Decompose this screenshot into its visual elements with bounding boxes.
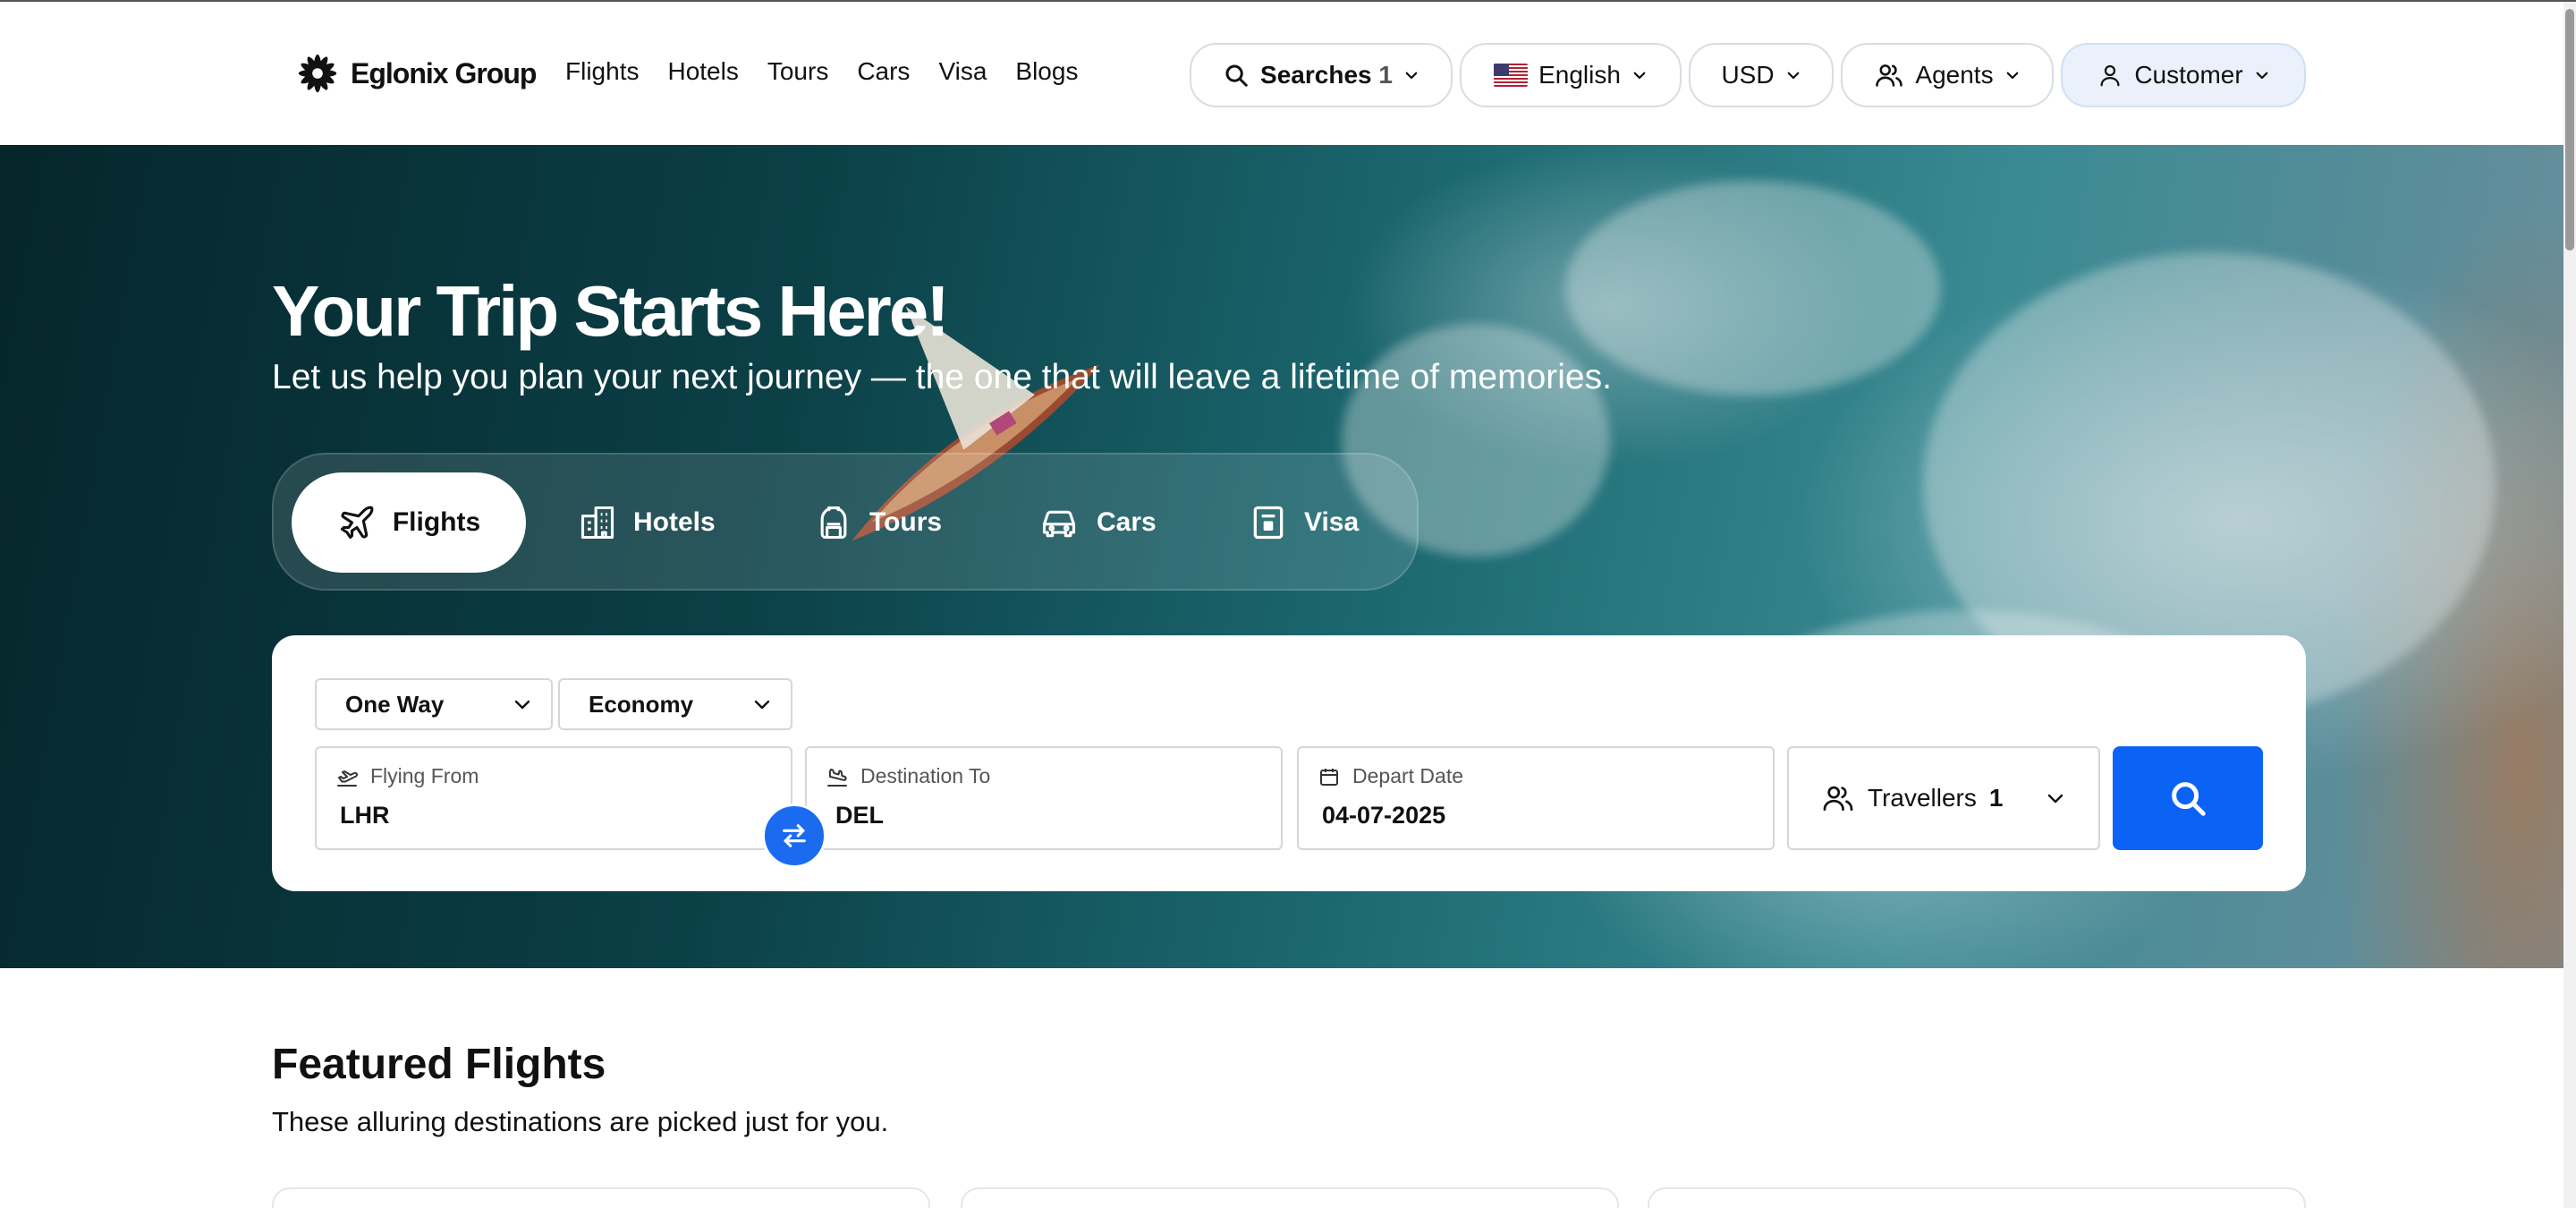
swap-airports-button[interactable] [762,804,826,868]
site-header: Eglonix Group Flights Hotels Tours Cars … [0,2,2576,145]
car-icon [1042,510,1076,538]
featured-subtitle: These alluring destinations are picked j… [272,1106,889,1137]
backpack-icon [820,506,847,540]
depart-date-label-row: Depart Date [1318,764,1463,788]
agents-dropdown[interactable]: Agents [1841,43,2054,107]
cabin-class-value: Economy [589,690,694,718]
chevron-down-icon [754,700,770,710]
tab-label: Hotels [633,507,716,537]
trip-type-value: One Way [345,690,445,718]
users-icon [1823,786,1853,812]
tab-tours[interactable]: Tours [814,472,942,573]
nav-flights[interactable]: Flights [565,57,639,86]
currency-label: USD [1721,61,1775,89]
flying-from-label-row: Flying From [336,764,479,788]
page-scrollbar[interactable] [2563,2,2576,1208]
featured-flight-card[interactable] [1648,1187,2306,1208]
tab-label: Flights [392,507,481,537]
depart-date-label: Depart Date [1352,764,1464,787]
tab-label: Cars [1097,507,1157,537]
flight-search-form: One Way Economy Flying From LHR Destinat… [272,635,2306,891]
nav-blogs[interactable]: Blogs [1015,57,1078,86]
plane-icon [340,506,374,540]
building-icon [580,506,614,540]
travellers-count: 1 [1988,784,2004,812]
featured-flight-card[interactable] [272,1187,930,1208]
nav-cars[interactable]: Cars [857,57,910,86]
nav-hotels[interactable]: Hotels [667,57,738,86]
destination-label-row: Destination To [826,764,990,788]
tab-hotels[interactable]: Hotels [578,472,716,573]
destination-value: DEL [835,802,884,829]
hero-subtitle: Let us help you plan your next journey —… [272,358,1612,396]
chevron-down-icon [1405,72,1418,80]
tab-cars[interactable]: Cars [1038,472,1157,573]
wave-foam [1565,181,1941,396]
destination-label: Destination To [860,764,991,787]
flying-from-value: LHR [340,802,390,829]
travellers-label: Travellers [1868,784,1977,812]
trip-type-select[interactable]: One Way [315,678,553,730]
user-icon [2100,64,2120,87]
chevron-down-icon [2256,72,2268,80]
plane-takeoff-icon [337,770,358,787]
swap-icon [783,824,806,847]
depart-date-value: 04-07-2025 [1322,802,1446,829]
us-flag-icon [1494,64,1529,87]
brand-name: Eglonix Group [351,56,537,89]
nav-tours[interactable]: Tours [767,57,828,86]
travellers-dropdown[interactable]: Travellers 1 [1787,746,2100,850]
searches-count: 1 [1378,61,1393,89]
nav-visa[interactable]: Visa [938,57,987,86]
passport-icon [1253,506,1284,540]
agents-label: Agents [1915,61,1994,89]
currency-dropdown[interactable]: USD [1689,43,1834,107]
service-tabs: Flights Hotels Tours Cars Visa [272,453,1419,591]
scrollbar-thumb[interactable] [2565,9,2574,251]
tab-label: Tours [869,507,943,537]
tab-flights[interactable]: Flights [292,472,526,573]
tab-visa[interactable]: Visa [1249,472,1359,573]
language-dropdown[interactable]: English [1460,43,1682,107]
tab-label: Visa [1304,507,1360,537]
customer-dropdown[interactable]: Customer [2061,43,2306,107]
search-icon [2172,782,2206,816]
featured-flight-card[interactable] [961,1187,1619,1208]
customer-label: Customer [2134,61,2243,89]
featured-title: Featured Flights [272,1041,606,1088]
users-icon [1876,64,1903,87]
calendar-icon [1320,768,1338,786]
logo-icon [298,54,337,93]
cabin-class-select[interactable]: Economy [558,678,792,730]
destination-field[interactable]: Destination To DEL [805,746,1283,850]
depart-date-field[interactable]: Depart Date 04-07-2025 [1297,746,1775,850]
plane-landing-icon [827,768,847,787]
chevron-down-icon [514,700,530,710]
chevron-down-icon [1787,72,1799,80]
language-label: English [1538,61,1621,89]
chevron-down-icon [2047,794,2063,804]
searches-dropdown[interactable]: Searches 1 [1190,43,1453,107]
chevron-down-icon [2006,72,2018,80]
flying-from-field[interactable]: Flying From LHR [315,746,792,850]
flying-from-label: Flying From [370,764,479,787]
search-button[interactable] [2113,746,2263,850]
main-nav: Flights Hotels Tours Cars Visa Blogs [565,57,1078,86]
searches-label: Searches [1260,61,1372,89]
hero-title: Your Trip Starts Here! [272,271,950,351]
chevron-down-icon [1633,72,1646,80]
search-icon [1225,64,1248,87]
hero-section: Your Trip Starts Here! Let us help you p… [0,145,2563,968]
brand-logo[interactable]: Eglonix Group [292,47,537,100]
